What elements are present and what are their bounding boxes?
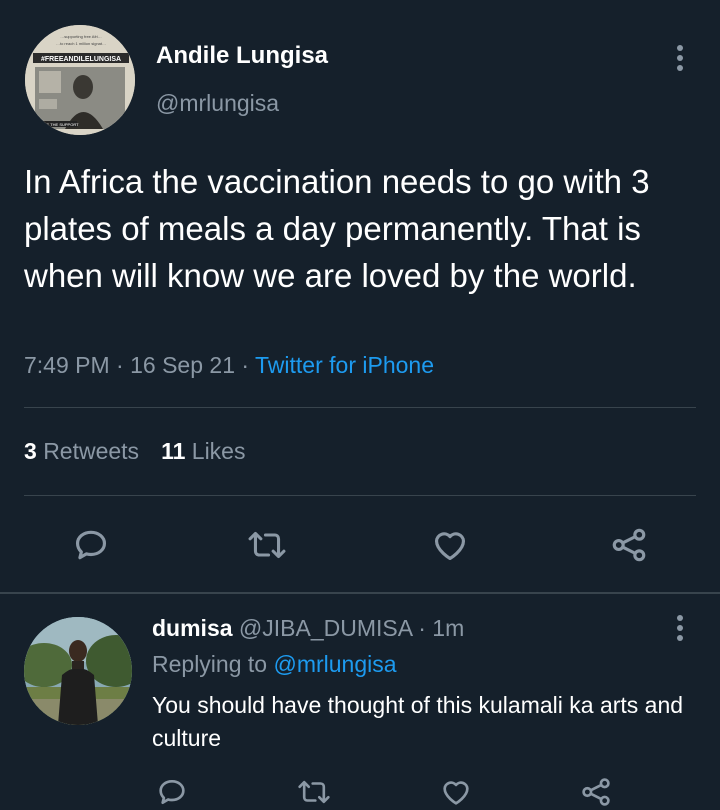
like-icon[interactable] bbox=[431, 526, 469, 564]
tweet-source[interactable]: Twitter for iPhone bbox=[255, 352, 434, 378]
reply-header: dumisa @JIBA_DUMISA · 1m bbox=[152, 615, 464, 642]
tweet-meta: 7:49 PM · 16 Sep 21 · Twitter for iPhone bbox=[24, 352, 434, 379]
reply-time[interactable]: 1m bbox=[432, 615, 464, 641]
svg-text:…supporting free Afri…: …supporting free Afri… bbox=[60, 34, 102, 39]
section-separator bbox=[0, 592, 720, 594]
reply-avatar[interactable] bbox=[24, 617, 132, 725]
more-options-icon[interactable] bbox=[668, 40, 692, 76]
reply-avatar-photo bbox=[24, 617, 132, 725]
meta-separator: · bbox=[241, 352, 256, 378]
tweet-time[interactable]: 7:49 PM bbox=[24, 352, 110, 378]
replying-to-label: Replying to bbox=[152, 651, 268, 677]
divider bbox=[24, 407, 696, 408]
meta-separator: · bbox=[418, 615, 433, 641]
share-icon[interactable] bbox=[580, 776, 612, 808]
replying-to-mention[interactable]: @mrlungisa bbox=[273, 651, 396, 677]
tweet-stats: 3 Retweets 11 Likes bbox=[24, 438, 245, 465]
author-handle[interactable]: @mrlungisa bbox=[156, 90, 279, 117]
main-tweet: #FREEANDILELUNGISA …supporting free Afri… bbox=[0, 0, 720, 592]
replying-to: Replying to @mrlungisa bbox=[152, 651, 397, 678]
reply-author-name[interactable]: dumisa bbox=[152, 615, 233, 641]
svg-text:SHARE THE SUPPORT: SHARE THE SUPPORT bbox=[35, 122, 79, 127]
share-icon[interactable] bbox=[610, 526, 648, 564]
likes-stat[interactable]: 11 Likes bbox=[161, 438, 245, 464]
reply-author-handle[interactable]: @JIBA_DUMISA bbox=[239, 615, 412, 641]
reply-icon[interactable] bbox=[72, 526, 110, 564]
avatar-poster-image: #FREEANDILELUNGISA …supporting free Afri… bbox=[25, 25, 135, 135]
reply-icon[interactable] bbox=[156, 776, 188, 808]
reply-more-options-icon[interactable] bbox=[668, 610, 692, 646]
meta-separator: · bbox=[116, 352, 131, 378]
avatar[interactable]: #FREEANDILELUNGISA …supporting free Afri… bbox=[25, 25, 135, 135]
avatar-poster-headline: #FREEANDILELUNGISA bbox=[41, 56, 121, 63]
retweet-icon[interactable] bbox=[297, 776, 331, 808]
tweet-date[interactable]: 16 Sep 21 bbox=[130, 352, 235, 378]
like-icon[interactable] bbox=[440, 776, 472, 808]
tweet-text: In Africa the vaccination needs to go wi… bbox=[24, 163, 650, 294]
svg-text:…to reach 1 million signat…: …to reach 1 million signat… bbox=[56, 41, 106, 46]
divider bbox=[24, 495, 696, 496]
retweet-icon[interactable] bbox=[247, 526, 287, 564]
retweets-stat[interactable]: 3 Retweets bbox=[24, 438, 139, 464]
tweet-detail-screen: #FREEANDILELUNGISA …supporting free Afri… bbox=[0, 0, 720, 810]
reply-text: You should have thought of this kulamali… bbox=[152, 692, 684, 751]
author-name[interactable]: Andile Lungisa bbox=[156, 42, 328, 70]
